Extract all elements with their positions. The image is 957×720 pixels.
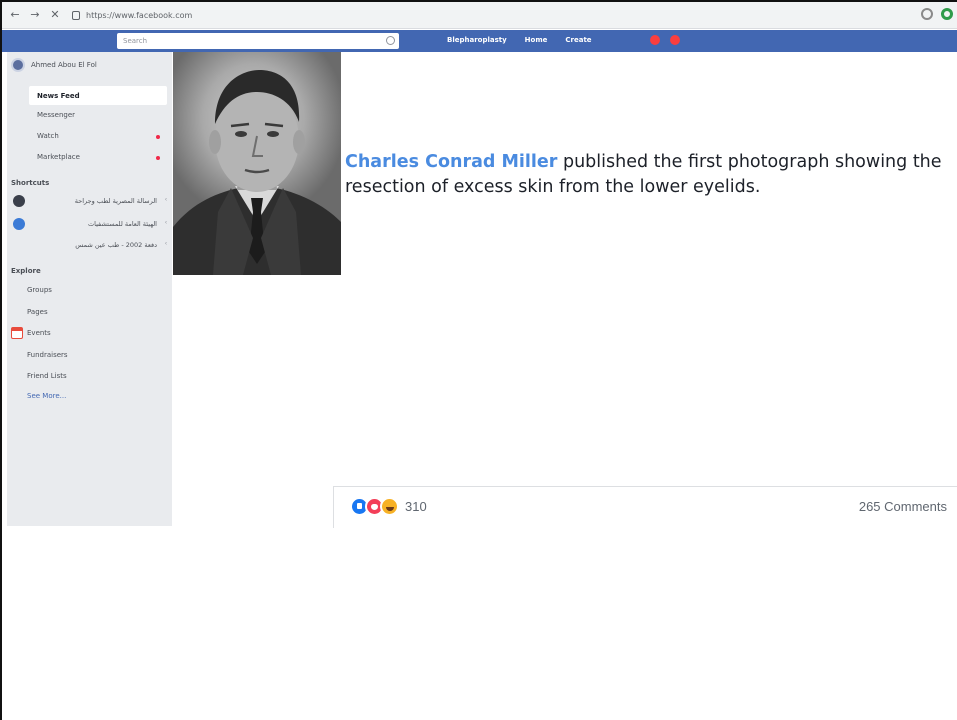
search-input[interactable]: Search bbox=[117, 33, 399, 49]
address-bar[interactable]: https://www.facebook.com bbox=[86, 11, 192, 20]
shortcut-label: الهيئة العامة للمستشفيات bbox=[88, 220, 157, 228]
reactions-summary[interactable]: 310 bbox=[350, 497, 427, 516]
forward-icon[interactable]: → bbox=[28, 8, 42, 22]
post-reactions-bar: 310 265 Comments bbox=[333, 486, 957, 528]
sidebar-item-groups[interactable]: Groups bbox=[27, 286, 52, 294]
profile-link[interactable]: Blepharoplasty bbox=[447, 36, 507, 44]
sidebar-item-fundraisers[interactable]: Fundraisers bbox=[27, 351, 68, 359]
header-nav: Blepharoplasty Home Create bbox=[447, 36, 592, 44]
sidebar-item-messenger[interactable]: Messenger bbox=[37, 111, 75, 119]
calendar-icon bbox=[11, 327, 23, 339]
left-sidebar: Ahmed Abou El Fol News Feed Messenger Wa… bbox=[7, 52, 172, 526]
friend-requests-icon[interactable] bbox=[650, 35, 660, 45]
shortcut-item[interactable]: الهيئة العامة للمستشفيات ‹ bbox=[11, 217, 169, 233]
messages-icon[interactable] bbox=[670, 35, 680, 45]
shortcut-item[interactable]: الرسالة المصرية لطب وجراحة ‹ bbox=[11, 194, 169, 210]
extension-icon[interactable] bbox=[941, 8, 953, 20]
sidebar-item-events[interactable]: Events bbox=[27, 329, 51, 337]
comments-link[interactable]: 265 Comments bbox=[859, 499, 947, 514]
chevron-icon: ‹ bbox=[165, 197, 167, 203]
sidebar-user[interactable]: Ahmed Abou El Fol bbox=[11, 58, 97, 72]
haha-reaction-icon bbox=[380, 497, 399, 516]
reaction-count: 310 bbox=[405, 499, 427, 514]
see-more-link[interactable]: See More... bbox=[27, 392, 66, 400]
lock-icon bbox=[72, 10, 80, 20]
sidebar-item-watch[interactable]: Watch bbox=[37, 132, 59, 140]
extension-icon[interactable] bbox=[921, 8, 933, 20]
chevron-icon: ‹ bbox=[165, 241, 167, 247]
sidebar-item-news-feed[interactable]: News Feed bbox=[29, 86, 167, 105]
extension-icons bbox=[921, 8, 953, 20]
shortcut-label: الرسالة المصرية لطب وجراحة bbox=[74, 197, 157, 205]
search-placeholder: Search bbox=[123, 37, 148, 45]
caption-name: Charles Conrad Miller bbox=[345, 152, 558, 172]
home-link[interactable]: Home bbox=[525, 36, 548, 44]
shortcut-label: دفعة 2002 - طب عين شمس bbox=[75, 241, 157, 249]
facebook-header: Search Blepharoplasty Home Create bbox=[2, 30, 957, 52]
sidebar-item-marketplace[interactable]: Marketplace bbox=[37, 153, 80, 161]
group-icon bbox=[13, 218, 25, 230]
group-icon bbox=[13, 195, 25, 207]
avatar bbox=[11, 58, 25, 72]
search-icon[interactable] bbox=[386, 36, 395, 45]
explore-heading: Explore bbox=[11, 267, 41, 275]
browser-toolbar: ← → ✕ https://www.facebook.com bbox=[2, 2, 957, 29]
shortcut-item[interactable]: دفعة 2002 - طب عين شمس ‹ bbox=[11, 238, 169, 254]
sidebar-item-friend-lists[interactable]: Friend Lists bbox=[27, 372, 67, 380]
marketplace-new-dot bbox=[156, 156, 160, 160]
portrait-illustration bbox=[173, 70, 341, 275]
sidebar-item-pages[interactable]: Pages bbox=[27, 308, 48, 316]
watch-new-dot bbox=[156, 135, 160, 139]
back-icon[interactable]: ← bbox=[8, 8, 22, 22]
portrait-photo bbox=[173, 52, 341, 275]
user-name: Ahmed Abou El Fol bbox=[31, 61, 97, 69]
notification-icons bbox=[650, 35, 680, 45]
chevron-icon: ‹ bbox=[165, 220, 167, 226]
post-caption: Charles Conrad Miller published the firs… bbox=[345, 150, 945, 200]
create-link[interactable]: Create bbox=[565, 36, 591, 44]
shortcuts-heading: Shortcuts bbox=[11, 179, 50, 187]
close-icon[interactable]: ✕ bbox=[48, 8, 62, 22]
